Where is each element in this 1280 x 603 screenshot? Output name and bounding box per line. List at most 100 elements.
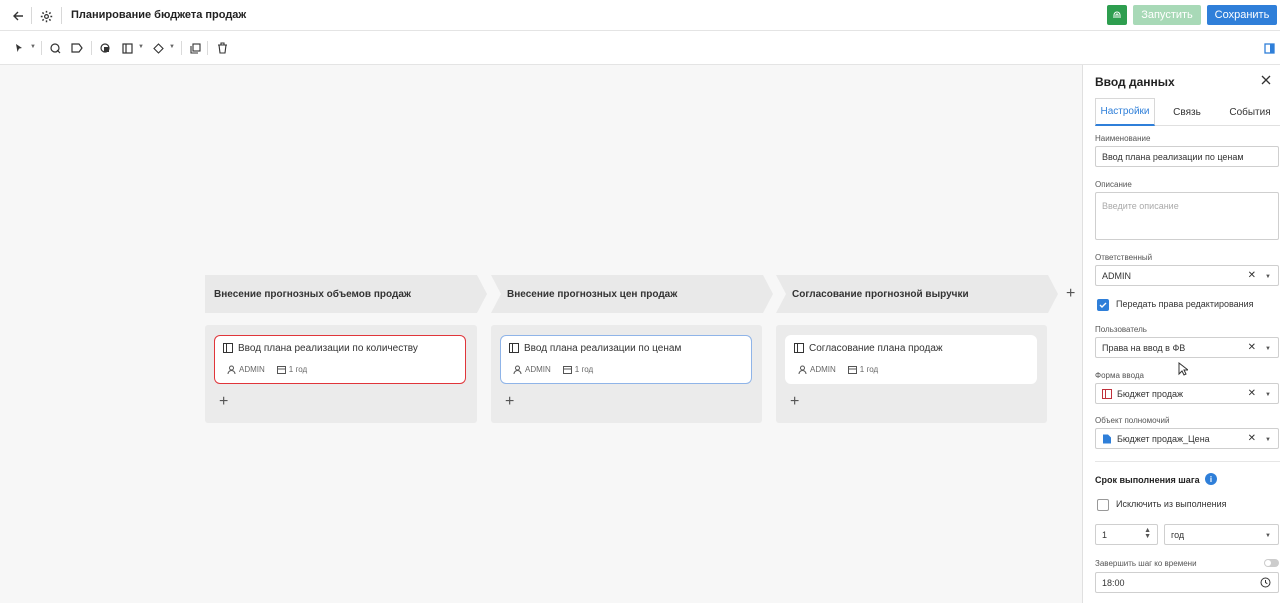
chevron-down-icon[interactable]: ▼ (1265, 274, 1271, 280)
duration-stepper[interactable]: 1 ▲ ▼ (1095, 524, 1158, 545)
clear-icon[interactable]: ✕ (1248, 342, 1256, 353)
step-title: Ввод плана реализации по количеству (238, 343, 418, 354)
stage-title[interactable]: Согласование прогнозной выручки (792, 289, 969, 300)
step-title: Согласование плана продаж (809, 343, 943, 354)
check-icon (1099, 302, 1107, 308)
header-divider (61, 7, 62, 24)
finish-by-time-label: Завершить шаг ко времени (1095, 559, 1197, 568)
description-label: Описание (1095, 180, 1132, 189)
add-step-button[interactable]: + (790, 394, 799, 410)
step-user: ADMIN (525, 365, 551, 374)
authority-label: Объект полномочий (1095, 416, 1170, 425)
step-meta: ADMIN 1 год (227, 365, 315, 374)
process-canvas[interactable]: Внесение прогнозных объемов продаж Ввод … (0, 65, 1082, 603)
finish-by-time-toggle[interactable] (1264, 559, 1279, 567)
save-button[interactable]: Сохранить (1207, 5, 1277, 25)
add-step-button[interactable]: + (505, 394, 514, 410)
app-header: Планирование бюджета продаж Запустить Со… (0, 0, 1280, 31)
clear-icon[interactable]: ✕ (1248, 270, 1256, 281)
gear-icon[interactable] (38, 8, 54, 24)
chevron-down-icon[interactable]: ▼ (1265, 346, 1271, 352)
step-meta: ADMIN 1 год (513, 365, 601, 374)
stepper-arrows-icon[interactable]: ▲ ▼ (1144, 527, 1151, 540)
diamond-icon[interactable] (151, 41, 165, 55)
chevron-down-icon[interactable]: ▼ (138, 44, 144, 50)
user-icon (798, 365, 807, 374)
transfer-rights-label: Передать права редактирования (1116, 299, 1254, 309)
duration-value: 1 (1102, 530, 1108, 540)
deadline-title: Срок выполнения шага (1095, 475, 1200, 485)
description-textarea[interactable]: Введите описание (1095, 192, 1279, 240)
step-meta: ADMIN 1 год (798, 365, 886, 374)
calendar-icon (562, 366, 572, 374)
duration-unit-value: год (1171, 530, 1185, 540)
duplicate-icon[interactable] (188, 41, 202, 55)
clear-icon[interactable]: ✕ (1248, 433, 1256, 444)
pointer-icon[interactable] (12, 41, 26, 55)
trash-icon[interactable] (215, 41, 229, 55)
step-period: 1 год (859, 365, 879, 374)
tab-settings[interactable]: Настройки (1095, 98, 1155, 126)
name-value: Ввод плана реализации по ценам (1102, 152, 1244, 162)
fingerprint-button[interactable] (1107, 5, 1127, 25)
authority-select[interactable]: Бюджет продаж_Цена ✕ ▼ (1095, 428, 1279, 449)
stage-title[interactable]: Внесение прогнозных цен продаж (507, 289, 677, 300)
editor-toolbar: ▼ ▼ ▼ (0, 31, 1280, 65)
chevron-down-icon[interactable]: ▼ (1265, 533, 1271, 539)
form-icon (509, 343, 519, 353)
close-icon[interactable] (1260, 74, 1272, 86)
form-select[interactable]: Бюджет продаж ✕ ▼ (1095, 383, 1279, 404)
copy-stage-icon[interactable] (98, 41, 112, 55)
step-period: 1 год (574, 365, 594, 374)
step-card[interactable]: Ввод плана реализации по ценам ADMIN 1 г… (500, 335, 752, 384)
tag-icon[interactable] (70, 41, 84, 55)
user-select[interactable]: Права на ввод в ФВ ✕ ▼ (1095, 337, 1279, 358)
duration-unit-select[interactable]: год ▼ (1164, 524, 1279, 545)
responsible-value: ADMIN (1102, 271, 1131, 281)
panel-toggle-icon[interactable] (1262, 41, 1276, 55)
exclude-label: Исключить из выполнения (1116, 499, 1227, 509)
form-icon[interactable] (120, 41, 134, 55)
info-icon[interactable]: i (1205, 473, 1217, 485)
run-button[interactable]: Запустить (1133, 5, 1201, 25)
user-value: Права на ввод в ФВ (1102, 343, 1186, 353)
authority-value: Бюджет продаж_Цена (1117, 434, 1210, 444)
chevron-down-icon[interactable]: ▼ (1265, 392, 1271, 398)
description-placeholder: Введите описание (1102, 201, 1179, 211)
calendar-icon (276, 366, 286, 374)
responsible-select[interactable]: ADMIN ✕ ▼ (1095, 265, 1279, 286)
mouse-cursor-icon (1178, 362, 1188, 376)
form-value: Бюджет продаж (1117, 389, 1184, 399)
page-title: Планирование бюджета продаж (71, 9, 247, 21)
step-card[interactable]: Ввод плана реализации по количеству ADMI… (214, 335, 466, 384)
responsible-label: Ответственный (1095, 253, 1153, 262)
panel-tabs: Настройки Связь События (1095, 98, 1280, 126)
form-icon (223, 343, 233, 353)
exclude-checkbox[interactable] (1097, 499, 1109, 511)
add-stage-icon[interactable] (48, 41, 62, 55)
chevron-down-icon[interactable]: ▼ (1265, 437, 1271, 443)
clock-icon[interactable] (1260, 577, 1271, 588)
step-user: ADMIN (810, 365, 836, 374)
tab-link[interactable]: Связь (1157, 98, 1217, 126)
form-icon (1102, 389, 1112, 399)
chevron-down-icon[interactable]: ▼ (169, 44, 175, 50)
back-arrow-icon[interactable] (10, 8, 26, 24)
add-step-button[interactable]: + (219, 394, 228, 410)
add-stage-button[interactable]: + (1066, 285, 1075, 303)
step-period: 1 год (288, 365, 308, 374)
user-icon (227, 365, 236, 374)
step-card[interactable]: Согласование плана продаж ADMIN 1 год (785, 335, 1037, 384)
chevron-down-icon[interactable]: ▼ (30, 44, 36, 50)
tab-events[interactable]: События (1219, 98, 1280, 126)
clear-icon[interactable]: ✕ (1248, 388, 1256, 399)
stage-title[interactable]: Внесение прогнозных объемов продаж (214, 289, 411, 300)
step-user: ADMIN (239, 365, 265, 374)
name-input[interactable]: Ввод плана реализации по ценам (1095, 146, 1279, 167)
panel-title: Ввод данных (1095, 75, 1175, 89)
time-input[interactable]: 18:00 (1095, 572, 1279, 593)
section-divider (1095, 461, 1280, 462)
form-icon (794, 343, 804, 353)
transfer-rights-checkbox[interactable] (1097, 299, 1109, 311)
stage-column: Ввод плана реализации по количеству ADMI… (205, 325, 477, 423)
